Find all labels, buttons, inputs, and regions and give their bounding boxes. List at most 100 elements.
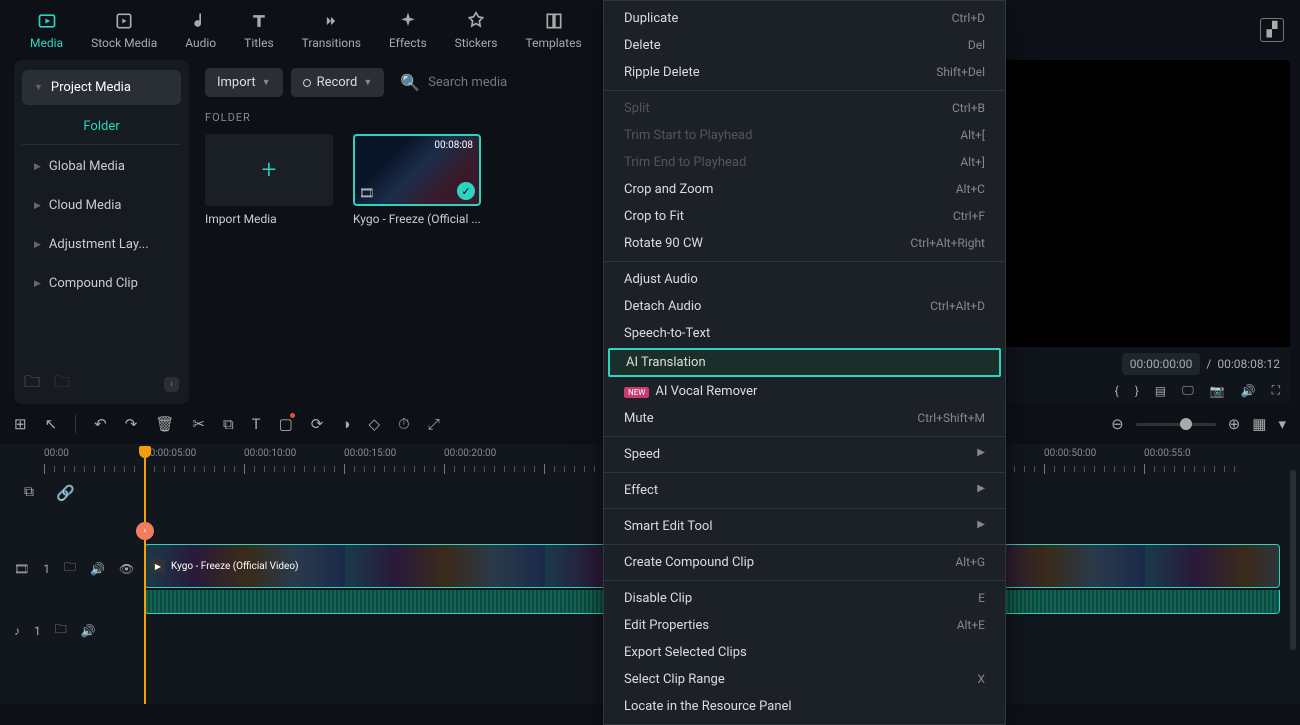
ctx-mute[interactable]: MuteCtrl+Shift+M xyxy=(604,405,1005,432)
caret-down-icon: ▼ xyxy=(363,77,372,88)
clip-title: Kygo - Freeze (Official Video) xyxy=(171,561,299,572)
ctx-smart-edit-tool[interactable]: Smart Edit Tool▶ xyxy=(604,513,1005,540)
chevron-down-icon: ▼ xyxy=(34,82,43,93)
sidebar-project-media[interactable]: ▼ Project Media xyxy=(22,70,181,105)
collapse-sidebar-icon[interactable]: ‹ xyxy=(164,377,179,392)
playhead-handle[interactable]: ‹ xyxy=(136,522,154,540)
fullscreen-icon[interactable]: ⛶ xyxy=(1272,383,1280,398)
ctx-ai-vocal-remover[interactable]: NEWAI Vocal Remover xyxy=(604,378,1005,405)
ctx-adjust-audio[interactable]: Adjust Audio xyxy=(604,266,1005,293)
pointer-icon[interactable]: ↖ xyxy=(45,415,58,433)
scrollbar[interactable] xyxy=(1290,470,1296,650)
tab-media[interactable]: Media xyxy=(16,6,77,54)
media-clip-item[interactable]: 00:08:08 🎞 ✓ Kygo - Freeze (Official ... xyxy=(353,134,481,226)
ctx-edit-properties[interactable]: Edit PropertiesAlt+E xyxy=(604,612,1005,639)
ctx-ai-translation[interactable]: AI Translation xyxy=(608,348,1001,377)
zoom-in-icon[interactable]: ⊕ xyxy=(1228,415,1241,433)
link-icon[interactable]: 🔗 xyxy=(56,484,75,502)
zoom-out-icon[interactable]: ⊖ xyxy=(1111,415,1124,433)
tab-effects[interactable]: Effects xyxy=(375,6,441,54)
ctx-crop-and-zoom[interactable]: Crop and ZoomAlt+C xyxy=(604,176,1005,203)
copy-icon[interactable]: ⧉ xyxy=(24,484,34,500)
zoom-slider[interactable] xyxy=(1136,423,1216,426)
new-folder-icon[interactable]: 🗀 xyxy=(24,371,40,398)
add-icon: + xyxy=(205,134,333,206)
expand-icon[interactable]: ⤢ xyxy=(428,415,440,433)
mute-icon[interactable]: 🔊 xyxy=(90,562,105,576)
keyframe-icon[interactable]: ◇ xyxy=(368,415,380,433)
check-icon: ✓ xyxy=(457,182,475,200)
eye-icon[interactable]: 👁 xyxy=(119,562,134,576)
grid-icon[interactable]: ⊞ xyxy=(14,415,27,433)
import-media-item[interactable]: + Import Media xyxy=(205,134,333,226)
tab-templates[interactable]: Templates xyxy=(512,6,596,54)
ctx-detach-audio[interactable]: Detach AudioCtrl+Alt+D xyxy=(604,293,1005,320)
crop-icon[interactable]: ⧉ xyxy=(223,415,234,433)
sidebar-label: Compound Clip xyxy=(49,276,138,291)
folder-icon[interactable]: 🗀 xyxy=(55,620,67,641)
folder-icon[interactable]: 🗀 xyxy=(54,371,70,398)
ctx-export-selected-clips[interactable]: Export Selected Clips xyxy=(604,639,1005,666)
ctx-speed[interactable]: Speed▶ xyxy=(604,441,1005,468)
templates-icon xyxy=(543,10,565,32)
monitor-icon[interactable]: 🖵 xyxy=(1182,383,1194,398)
speed-icon[interactable]: ⟳ xyxy=(311,415,324,433)
layout-icon[interactable]: ▤ xyxy=(1155,384,1166,398)
search-icon: 🔍 xyxy=(400,73,420,92)
chevron-right-icon: ▶ xyxy=(34,201,41,211)
sidebar-compound-clip[interactable]: ▶ Compound Clip xyxy=(22,266,181,301)
sidebar-label: Adjustment Lay... xyxy=(49,237,149,252)
tab-label: Titles xyxy=(244,36,273,50)
audio-track-icon[interactable]: ♪ xyxy=(14,624,20,638)
sidebar-label: Project Media xyxy=(51,80,131,95)
redo-icon[interactable]: ↷ xyxy=(125,415,138,433)
brace-open-icon[interactable]: { xyxy=(1115,384,1119,398)
tab-audio[interactable]: Audio xyxy=(171,6,230,54)
sidebar-cloud-media[interactable]: ▶Cloud Media xyxy=(22,188,181,223)
tab-stickers[interactable]: Stickers xyxy=(441,6,512,54)
stock-icon xyxy=(113,10,135,32)
options-icon[interactable]: ▾ xyxy=(1278,415,1286,433)
color-icon[interactable]: ◑ xyxy=(341,415,350,433)
camera-icon[interactable]: 📷 xyxy=(1210,384,1225,398)
ctx-effect[interactable]: Effect▶ xyxy=(604,477,1005,504)
ctx-duplicate[interactable]: DuplicateCtrl+D xyxy=(604,5,1005,32)
timer-icon[interactable]: ⏱ xyxy=(398,415,410,433)
tab-label: Media xyxy=(30,36,63,50)
tab-titles[interactable]: Titles xyxy=(230,6,287,54)
undo-icon[interactable]: ↶ xyxy=(94,415,107,433)
ctx-create-compound-clip[interactable]: Create Compound ClipAlt+G xyxy=(604,549,1005,576)
sidebar-folder[interactable]: Folder xyxy=(22,109,181,145)
tab-stock-media[interactable]: Stock Media xyxy=(77,6,171,54)
sidebar-adjustment-layer[interactable]: ▶Adjustment Lay... xyxy=(22,227,181,262)
view-grid-icon[interactable]: ▦ xyxy=(1252,415,1266,433)
sidebar-global-media[interactable]: ▶Global Media xyxy=(22,149,181,184)
cut-icon[interactable]: ✂ xyxy=(192,415,205,433)
ctx-rotate-90-cw[interactable]: Rotate 90 CWCtrl+Alt+Right xyxy=(604,230,1005,257)
volume-icon[interactable]: 🔊 xyxy=(1241,384,1256,398)
ctx-crop-to-fit[interactable]: Crop to FitCtrl+F xyxy=(604,203,1005,230)
frame-icon[interactable]: ▢ xyxy=(279,415,293,433)
tab-label: Stock Media xyxy=(91,36,157,50)
delete-icon[interactable]: 🗑 xyxy=(155,415,174,433)
import-button[interactable]: Import▼ xyxy=(205,68,283,97)
tab-label: Templates xyxy=(526,36,582,50)
tab-transitions[interactable]: Transitions xyxy=(288,6,375,54)
brace-close-icon[interactable]: } xyxy=(1135,384,1139,398)
ctx-ripple-delete[interactable]: Ripple DeleteShift+Del xyxy=(604,59,1005,86)
video-track-icon[interactable]: 🎞 xyxy=(14,562,29,576)
button-label: Record xyxy=(317,75,358,90)
ctx-delete[interactable]: DeleteDel xyxy=(604,32,1005,59)
ctx-speech-to-text[interactable]: Speech-to-Text xyxy=(604,320,1005,347)
chevron-right-icon: ▶ xyxy=(34,279,41,289)
snapshot-icon[interactable]: ▞ xyxy=(1260,18,1284,42)
mute-icon[interactable]: 🔊 xyxy=(81,624,96,638)
play-icon: ▶ xyxy=(151,559,165,573)
folder-icon[interactable]: 🗀 xyxy=(64,558,76,579)
ctx-disable-clip[interactable]: Disable ClipE xyxy=(604,585,1005,612)
tab-label: Effects xyxy=(389,36,427,50)
ctx-select-clip-range[interactable]: Select Clip RangeX xyxy=(604,666,1005,693)
text-icon[interactable]: T xyxy=(252,415,261,433)
record-button[interactable]: Record ▼ xyxy=(291,68,385,97)
playhead[interactable]: ‹ xyxy=(144,448,146,704)
